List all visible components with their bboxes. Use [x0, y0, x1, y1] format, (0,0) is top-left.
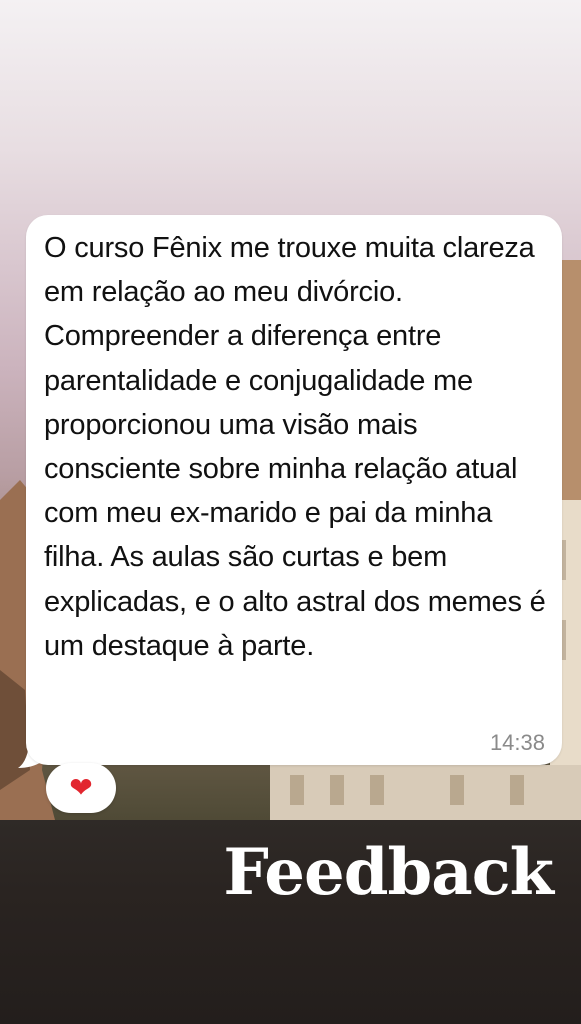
message-text: O curso Fênix me trouxe muita clareza em…	[44, 232, 546, 662]
heart-icon: ❤	[69, 772, 93, 803]
message-timestamp: 14:38	[489, 730, 545, 755]
feedback-title: Feedback	[223, 835, 554, 910]
reaction-badge[interactable]: ❤	[46, 763, 116, 813]
palace-facade-bottom	[270, 765, 581, 820]
